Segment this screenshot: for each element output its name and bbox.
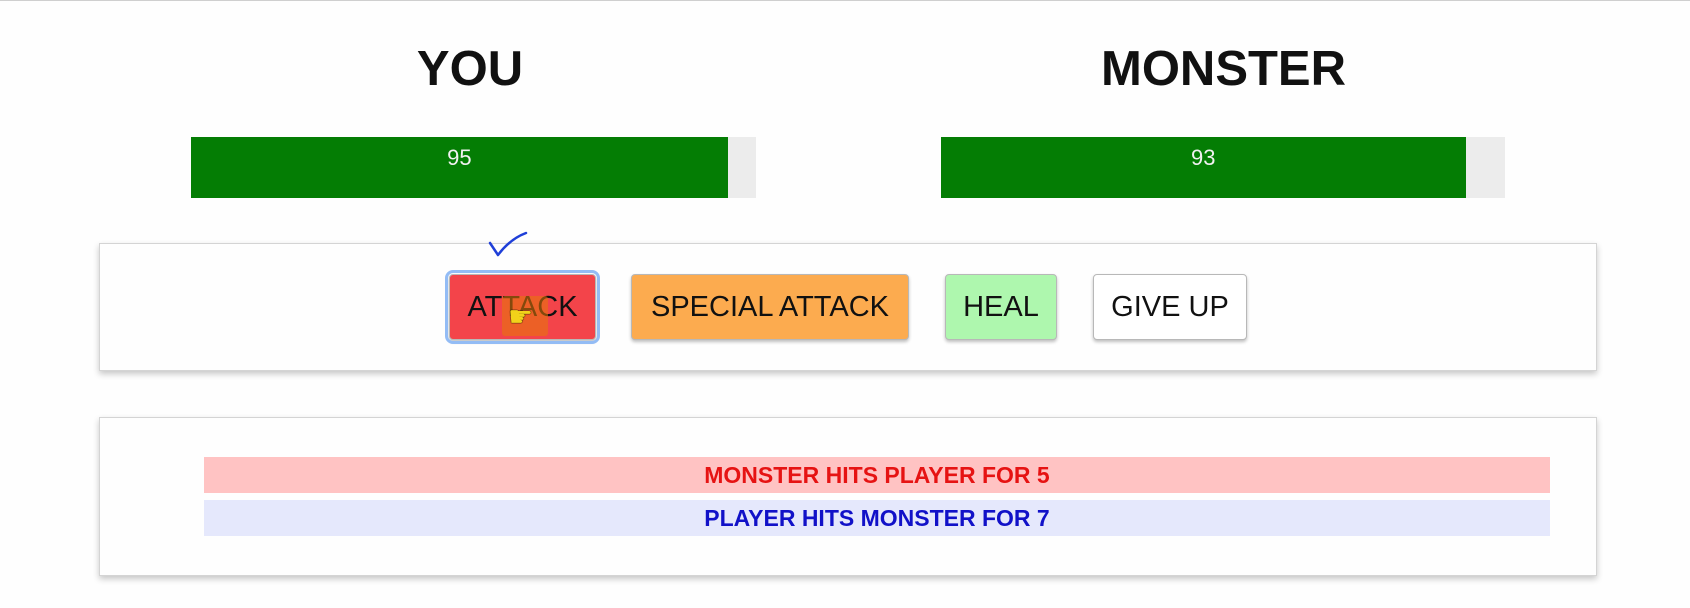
monster-health-bar: 93 (941, 137, 1505, 198)
player-title: YOU (416, 42, 524, 96)
heal-button[interactable]: HEAL (945, 274, 1057, 340)
log-entry-player: PLAYER HITS MONSTER FOR 7 (204, 500, 1550, 536)
game-screen: YOU MONSTER 95 93 ATTACK SPECIAL ATTACK … (0, 0, 1690, 608)
controls-panel: ATTACK SPECIAL ATTACK HEAL GIVE UP ☛ (99, 243, 1597, 371)
give-up-button[interactable]: GIVE UP (1093, 274, 1247, 340)
attack-button[interactable]: ATTACK (445, 270, 600, 344)
special-attack-button[interactable]: SPECIAL ATTACK (631, 274, 909, 340)
battle-log-panel: MONSTER HITS PLAYER FOR 5 PLAYER HITS MO… (99, 417, 1597, 576)
player-health-fill: 95 (191, 137, 728, 198)
player-health-bar: 95 (191, 137, 756, 198)
monster-health-fill: 93 (941, 137, 1466, 198)
monster-title: MONSTER (1101, 42, 1346, 96)
log-entry-monster: MONSTER HITS PLAYER FOR 5 (204, 457, 1550, 493)
